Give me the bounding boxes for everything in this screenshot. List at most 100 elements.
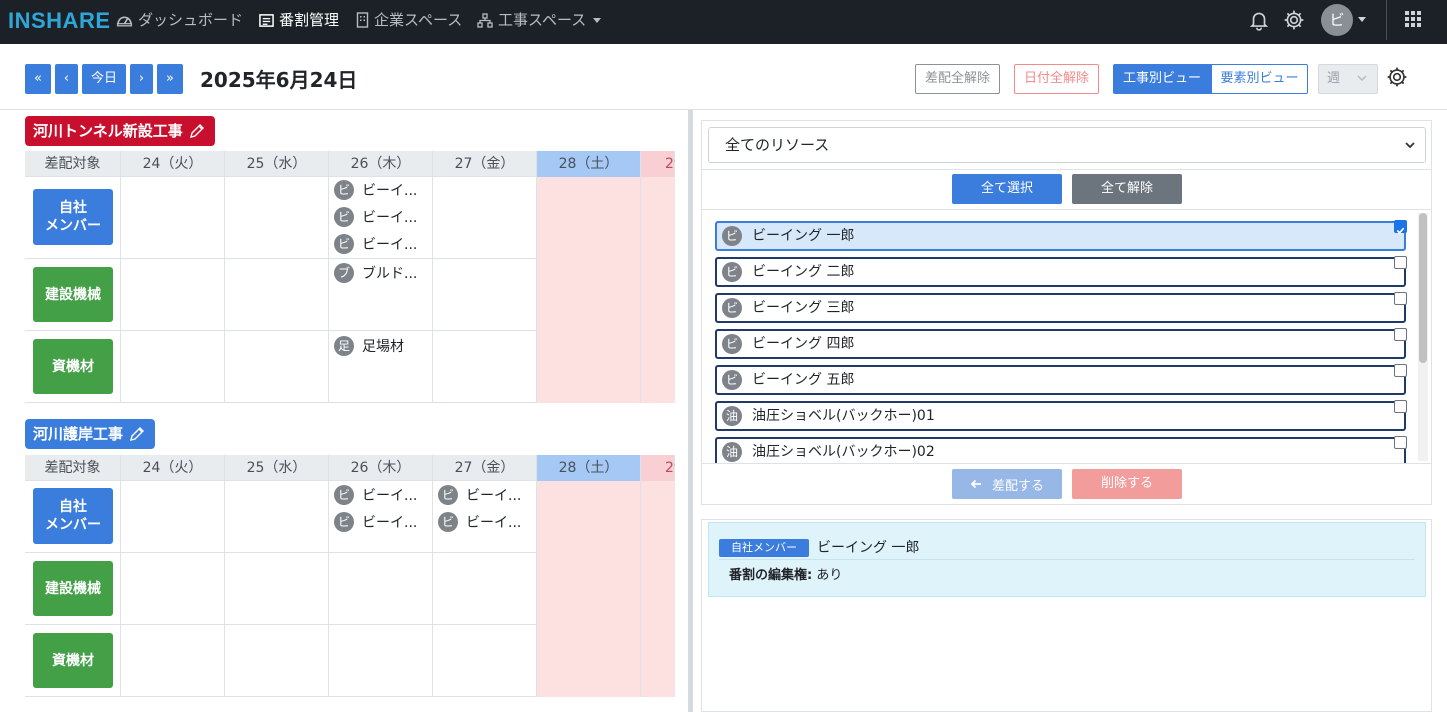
- header-day: 25（水）: [225, 151, 329, 177]
- pencil-icon[interactable]: [129, 426, 145, 442]
- resource-chip[interactable]: ビビーイ...: [334, 206, 417, 228]
- chevron-down-icon[interactable]: [1358, 17, 1366, 22]
- resource-checkbox[interactable]: [1394, 256, 1407, 269]
- resource-filter-select[interactable]: 全てのリソース: [708, 127, 1426, 163]
- chip-label: ビーイ...: [466, 488, 522, 504]
- resource-filter-value: 全てのリソース: [725, 136, 830, 154]
- resource-name: ビーイング 一郎: [752, 228, 855, 244]
- chevron-down-icon: [1405, 142, 1415, 149]
- app-grid-icon[interactable]: [1405, 11, 1421, 27]
- bell-icon[interactable]: [1248, 9, 1270, 31]
- prev-button[interactable]: ‹: [55, 64, 78, 94]
- nav-project-label: 工事スペース: [498, 11, 587, 29]
- header-day-sunday: 29: [641, 151, 675, 177]
- chip-label: ビーイ...: [362, 237, 418, 253]
- row-member: 自社 メンバー ビビーイ... ビビーイ... ビビーイ... ビビーイ...: [25, 481, 675, 553]
- project-title-tunnel[interactable]: 河川トンネル新設工事: [25, 116, 215, 146]
- header-day: 26（木）: [329, 455, 433, 481]
- element-view-button[interactable]: 要素別ビュー: [1211, 64, 1308, 94]
- assign-label: 差配する: [991, 478, 1044, 494]
- assign-button[interactable]: 差配する: [952, 469, 1062, 499]
- resource-chip[interactable]: ビビーイ...: [334, 484, 417, 506]
- resource-chip[interactable]: ビビーイ...: [438, 484, 521, 506]
- resource-checkbox[interactable]: [1394, 436, 1407, 449]
- resource-checkbox[interactable]: [1394, 292, 1407, 305]
- inshare-logo[interactable]: INSHARE: [8, 8, 111, 34]
- schedule-table: 差配対象 24（火） 25（水） 26（木） 27（金） 28（土） 29 自社…: [25, 151, 675, 404]
- page-title: 2025年6月24日: [200, 68, 358, 92]
- clear-all-dates-button[interactable]: 日付全解除: [1014, 64, 1099, 94]
- resource-name: ビーイング 三郎: [752, 300, 855, 316]
- avatar: ビ: [722, 262, 742, 282]
- resource-name: ビーイング 二郎: [752, 264, 855, 280]
- resource-detail-panel: 自社メンバー ビーイング 一郎 番割の編集権: あり: [701, 519, 1432, 712]
- list-item[interactable]: ビビーイング 二郎: [715, 257, 1406, 287]
- settings-gear-icon[interactable]: [1386, 66, 1408, 88]
- avatar: ビ: [438, 485, 458, 505]
- avatar: ブ: [334, 263, 354, 283]
- deselect-all-button[interactable]: 全て解除: [1072, 174, 1182, 204]
- nav-divider: [1386, 0, 1387, 40]
- clear-all-assign-button[interactable]: 差配全解除: [915, 64, 1000, 94]
- pencil-icon[interactable]: [189, 123, 205, 139]
- list-item[interactable]: 油油圧ショベル(バックホー)01: [715, 401, 1406, 431]
- avatar: ビ: [334, 180, 354, 200]
- resource-chip[interactable]: ビビーイ...: [334, 233, 417, 255]
- category-machine-button[interactable]: 建設機械: [33, 267, 113, 322]
- category-member-button[interactable]: 自社 メンバー: [33, 488, 113, 544]
- first-page-button[interactable]: «: [25, 64, 51, 94]
- scrollbar-thumb[interactable]: [1419, 213, 1427, 363]
- period-select[interactable]: 週: [1318, 64, 1378, 94]
- chip-label: ブルド...: [362, 266, 418, 282]
- row-machine: 建設機械 ブブルド...: [25, 259, 675, 331]
- avatar: ビ: [722, 226, 742, 246]
- list-item[interactable]: ビビーイング 四郎: [715, 329, 1406, 359]
- category-label: 自社 メンバー: [45, 499, 101, 533]
- avatar: ビ: [334, 512, 354, 532]
- category-label: 自社 メンバー: [45, 200, 101, 234]
- resource-chip[interactable]: 足足場材: [334, 335, 404, 357]
- row-material: 資機材: [25, 625, 675, 697]
- chip-label: ビーイ...: [362, 210, 418, 226]
- today-button[interactable]: 今日: [82, 64, 126, 94]
- category-material-button[interactable]: 資機材: [33, 633, 113, 688]
- avatar: 油: [722, 406, 742, 426]
- nav-shift-management[interactable]: 番割管理: [259, 9, 339, 31]
- list-item[interactable]: 油油圧ショベル(バックホー)02: [715, 437, 1406, 463]
- list-item[interactable]: ビビーイング 一郎: [715, 221, 1406, 251]
- resource-chip[interactable]: ビビーイ...: [334, 179, 417, 201]
- project-view-button[interactable]: 工事別ビュー: [1113, 64, 1211, 94]
- sitemap-icon: [477, 12, 493, 28]
- pane-splitter[interactable]: [688, 110, 693, 712]
- category-member-button[interactable]: 自社 メンバー: [33, 189, 113, 245]
- nav-company-space[interactable]: 企業スペース: [356, 9, 462, 31]
- dashboard-icon: [116, 15, 133, 26]
- category-machine-button[interactable]: 建設機械: [33, 561, 113, 616]
- header-target: 差配対象: [25, 455, 121, 481]
- resource-chip[interactable]: ビビーイ...: [334, 511, 417, 533]
- next-button[interactable]: ›: [130, 64, 153, 94]
- project-title-revetment[interactable]: 河川護岸工事: [25, 419, 155, 449]
- header-day: 26（木）: [329, 151, 433, 177]
- resource-chip[interactable]: ブブルド...: [334, 262, 417, 284]
- category-label: 資機材: [52, 652, 94, 669]
- chevron-down-icon: [1357, 75, 1367, 82]
- header-day-saturday: 28（土）: [537, 455, 641, 481]
- header-target: 差配対象: [25, 151, 121, 177]
- delete-button[interactable]: 削除する: [1072, 469, 1182, 499]
- list-item[interactable]: ビビーイング 三郎: [715, 293, 1406, 323]
- resource-chip[interactable]: ビビーイ...: [438, 511, 521, 533]
- gear-icon[interactable]: [1283, 9, 1305, 31]
- resource-checkbox[interactable]: [1394, 400, 1407, 413]
- resource-checkbox[interactable]: [1394, 220, 1407, 234]
- nav-project-space[interactable]: 工事スペース: [477, 9, 602, 31]
- category-material-button[interactable]: 資機材: [33, 339, 113, 394]
- list-item[interactable]: ビビーイング 五郎: [715, 365, 1406, 395]
- last-page-button[interactable]: »: [157, 64, 183, 94]
- nav-dashboard[interactable]: ダッシュボード: [116, 9, 243, 31]
- user-avatar[interactable]: ビ: [1321, 4, 1353, 36]
- resource-checkbox[interactable]: [1394, 328, 1407, 341]
- select-all-button[interactable]: 全て選択: [952, 174, 1062, 204]
- resource-checkbox[interactable]: [1394, 364, 1407, 377]
- header-day-saturday: 28（土）: [537, 151, 641, 177]
